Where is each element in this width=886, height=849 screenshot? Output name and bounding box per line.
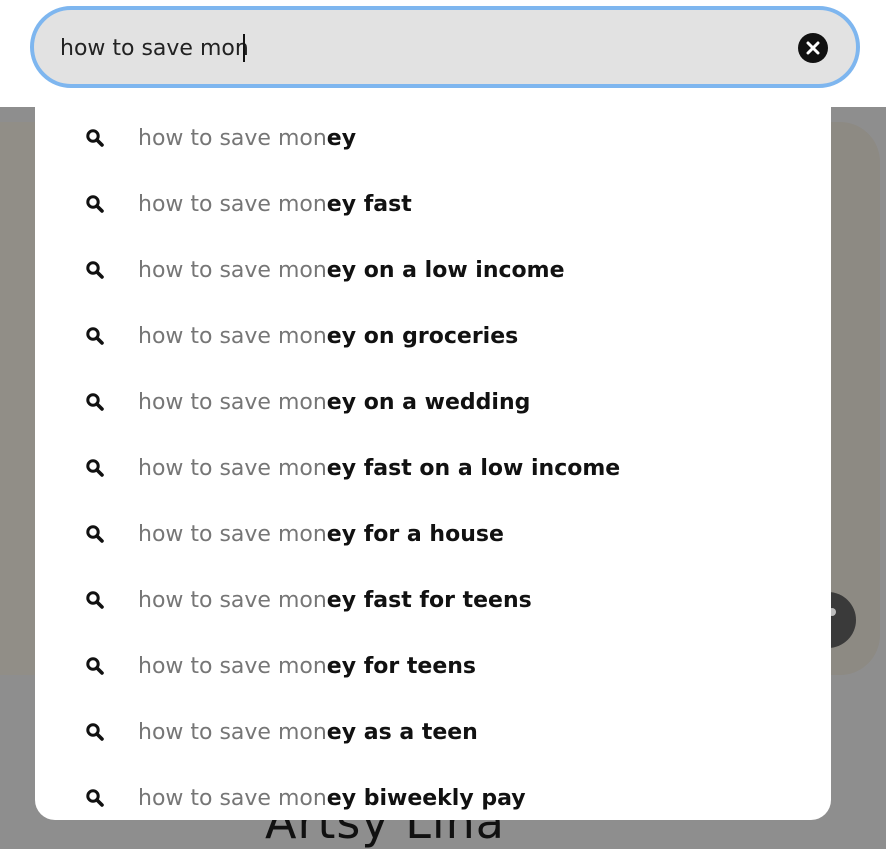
suggestion-text: how to save money for teens (138, 654, 476, 680)
suggestion-completion-part: ey fast on a low income (326, 456, 621, 481)
search-icon (85, 392, 105, 412)
suggestion-item[interactable]: how to save money on a wedding (35, 370, 831, 436)
suggestion-text: how to save money (138, 126, 356, 152)
suggestion-typed-part: how to save mon (138, 324, 327, 349)
background-card-edge (0, 122, 40, 675)
suggestion-text: how to save money as a teen (138, 720, 478, 746)
search-icon (85, 788, 105, 808)
suggestion-completion-part: ey fast for teens (326, 588, 532, 613)
suggestion-text: how to save money fast (138, 192, 412, 218)
suggestion-typed-part: how to save mon (138, 588, 327, 613)
search-icon (85, 194, 105, 214)
suggestion-typed-part: how to save mon (138, 456, 327, 481)
suggestion-completion-part: ey for teens (326, 654, 477, 679)
suggestion-item[interactable]: how to save money fast on a low income (35, 436, 831, 502)
suggestion-item[interactable]: how to save money fast for teens (35, 568, 831, 634)
search-icon (85, 128, 105, 148)
suggestion-text: how to save money for a house (138, 522, 504, 548)
suggestion-item[interactable]: how to save money fast (35, 172, 831, 238)
suggestion-item[interactable]: how to save money for teens (35, 634, 831, 700)
suggestion-completion-part: ey on groceries (326, 324, 519, 349)
suggestion-completion-part: ey (326, 126, 357, 151)
suggestion-text: how to save money fast for teens (138, 588, 532, 614)
suggestion-item[interactable]: how to save money (35, 106, 831, 172)
suggestion-typed-part: how to save mon (138, 522, 327, 547)
suggestion-typed-part: how to save mon (138, 192, 327, 217)
suggestion-typed-part: how to save mon (138, 126, 327, 151)
suggestion-text: how to save money on groceries (138, 324, 518, 350)
suggestion-text: how to save money biweekly pay (138, 786, 526, 812)
suggestion-typed-part: how to save mon (138, 258, 327, 283)
suggestion-item[interactable]: how to save money for a house (35, 502, 831, 568)
suggestion-completion-part: ey on a wedding (326, 390, 531, 415)
search-icon (85, 458, 105, 478)
suggestion-completion-part: ey as a teen (326, 720, 478, 745)
suggestion-completion-part: ey for a house (326, 522, 504, 547)
suggestion-typed-part: how to save mon (138, 720, 327, 745)
search-icon (85, 656, 105, 676)
search-icon (85, 524, 105, 544)
text-caret (243, 34, 245, 62)
suggestion-item[interactable]: how to save money biweekly pay (35, 766, 831, 820)
suggestion-completion-part: ey on a low income (326, 258, 565, 283)
suggestion-item[interactable]: how to save money on a low income (35, 238, 831, 304)
search-icon (85, 326, 105, 346)
suggestion-typed-part: how to save mon (138, 786, 327, 811)
suggestion-text: how to save money fast on a low income (138, 456, 620, 482)
close-icon (806, 41, 820, 55)
suggestion-completion-part: ey biweekly pay (326, 786, 526, 811)
suggestion-typed-part: how to save mon (138, 654, 327, 679)
suggestion-completion-part: ey fast (326, 192, 412, 217)
search-icon (85, 722, 105, 742)
suggestion-text: how to save money on a low income (138, 258, 565, 284)
suggestion-item[interactable]: how to save money on groceries (35, 304, 831, 370)
search-icon (85, 590, 105, 610)
suggestions-dropdown: how to save money how to save money fast h… (35, 100, 831, 820)
search-bar[interactable] (30, 6, 860, 88)
suggestion-item[interactable]: how to save money as a teen (35, 700, 831, 766)
suggestion-text: how to save money on a wedding (138, 390, 530, 416)
search-input[interactable] (60, 28, 760, 68)
suggestion-typed-part: how to save mon (138, 390, 327, 415)
clear-search-button[interactable] (798, 33, 828, 63)
search-icon (85, 260, 105, 280)
